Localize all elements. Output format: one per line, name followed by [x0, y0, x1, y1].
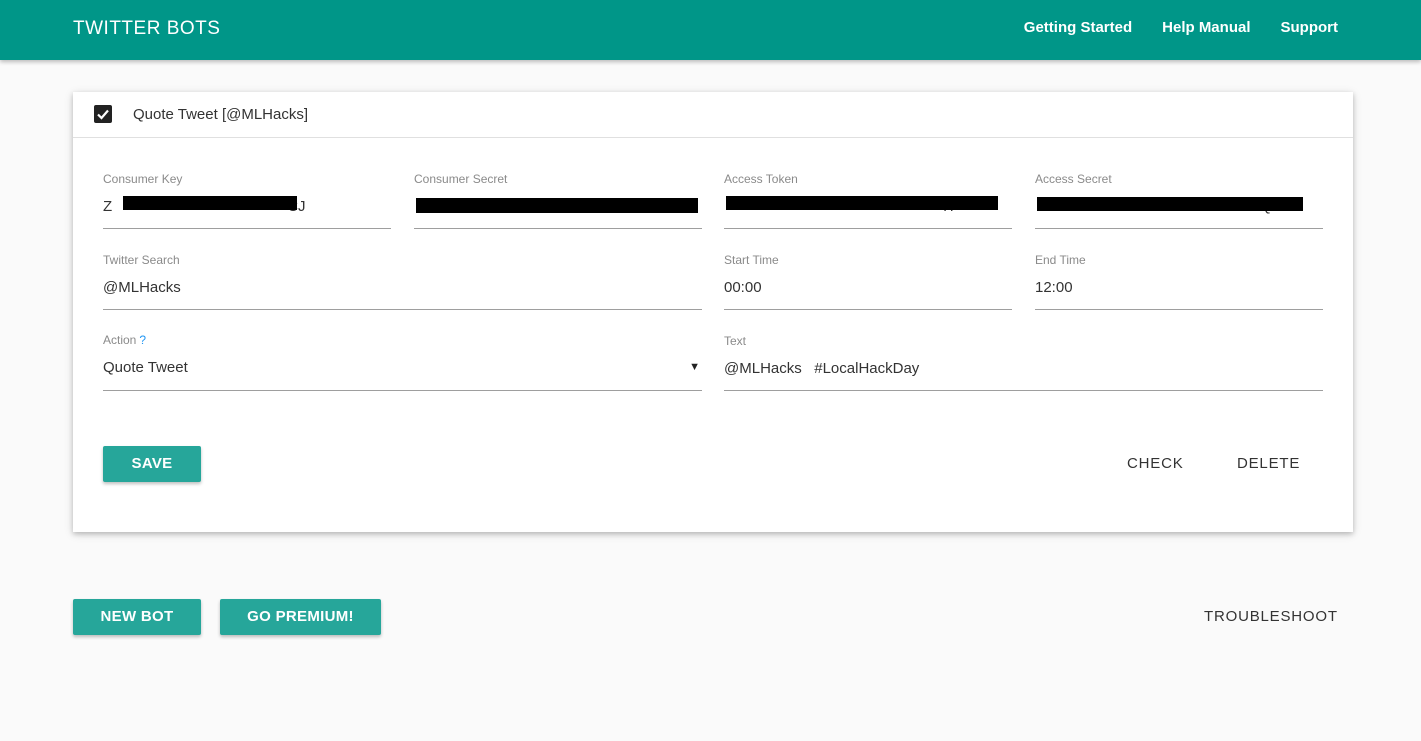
access-token-label: Access Token [724, 172, 798, 186]
bot-enabled-checkbox[interactable] [94, 105, 112, 123]
redaction-bar [1037, 197, 1303, 211]
end-time-field[interactable]: End Time 12:00 [1035, 253, 1323, 310]
action-field[interactable]: Action? Quote Tweet ▼ [103, 333, 702, 391]
action-select[interactable]: Quote Tweet [103, 359, 702, 376]
troubleshoot-button[interactable]: TROUBLESHOOT [1204, 608, 1338, 625]
access-secret-field[interactable]: Access Secret 4Qi [1035, 172, 1323, 229]
start-time-label: Start Time [724, 253, 779, 267]
consumer-key-field[interactable]: Consumer Key Z CJ [103, 172, 391, 229]
bot-title: Quote Tweet [@MLHacks] [133, 106, 309, 123]
redaction-bar [123, 196, 297, 210]
access-token-field[interactable]: Access Token TI [724, 172, 1012, 229]
start-time-input[interactable]: 00:00 [724, 279, 1012, 296]
end-time-label: End Time [1035, 253, 1086, 267]
start-time-field[interactable]: Start Time 00:00 [724, 253, 1012, 310]
action-label-text: Action [103, 333, 137, 347]
go-premium-button[interactable]: GO PREMIUM! [220, 599, 381, 635]
check-button[interactable]: CHECK [1127, 455, 1184, 472]
nav-getting-started[interactable]: Getting Started [1024, 19, 1132, 36]
check-icon [97, 109, 109, 120]
save-button[interactable]: SAVE [103, 446, 201, 482]
consumer-secret-field[interactable]: Consumer Secret [414, 172, 702, 229]
twitter-search-input[interactable]: @MLHacks [103, 279, 702, 296]
top-navbar: TWITTER BOTS Getting Started Help Manual… [0, 0, 1421, 60]
nav-links: Getting Started Help Manual Support [1024, 19, 1338, 36]
consumer-key-label: Consumer Key [103, 172, 183, 186]
dropdown-caret-icon[interactable]: ▼ [689, 361, 700, 373]
twitter-search-label: Twitter Search [103, 253, 180, 267]
new-bot-button[interactable]: NEW BOT [73, 599, 201, 635]
delete-button[interactable]: DELETE [1237, 455, 1300, 472]
nav-support[interactable]: Support [1281, 19, 1339, 36]
bot-card: Quote Tweet [@MLHacks] Consumer Key Z CJ… [73, 92, 1353, 532]
redaction-bar [416, 198, 698, 213]
end-time-input[interactable]: 12:00 [1035, 279, 1323, 296]
consumer-secret-label: Consumer Secret [414, 172, 508, 186]
text-label: Text [724, 334, 747, 348]
text-input[interactable]: @MLHacks #LocalHackDay [724, 360, 1323, 377]
action-label: Action? [103, 333, 146, 347]
access-secret-label: Access Secret [1035, 172, 1112, 186]
app-brand[interactable]: TWITTER BOTS [73, 18, 220, 40]
redaction-bar [726, 196, 998, 210]
twitter-search-field[interactable]: Twitter Search @MLHacks [103, 253, 702, 310]
text-field[interactable]: Text @MLHacks #LocalHackDay [724, 334, 1323, 391]
bot-card-header: Quote Tweet [@MLHacks] [73, 92, 1353, 138]
nav-help-manual[interactable]: Help Manual [1162, 19, 1250, 36]
action-help-link[interactable]: ? [139, 333, 146, 347]
